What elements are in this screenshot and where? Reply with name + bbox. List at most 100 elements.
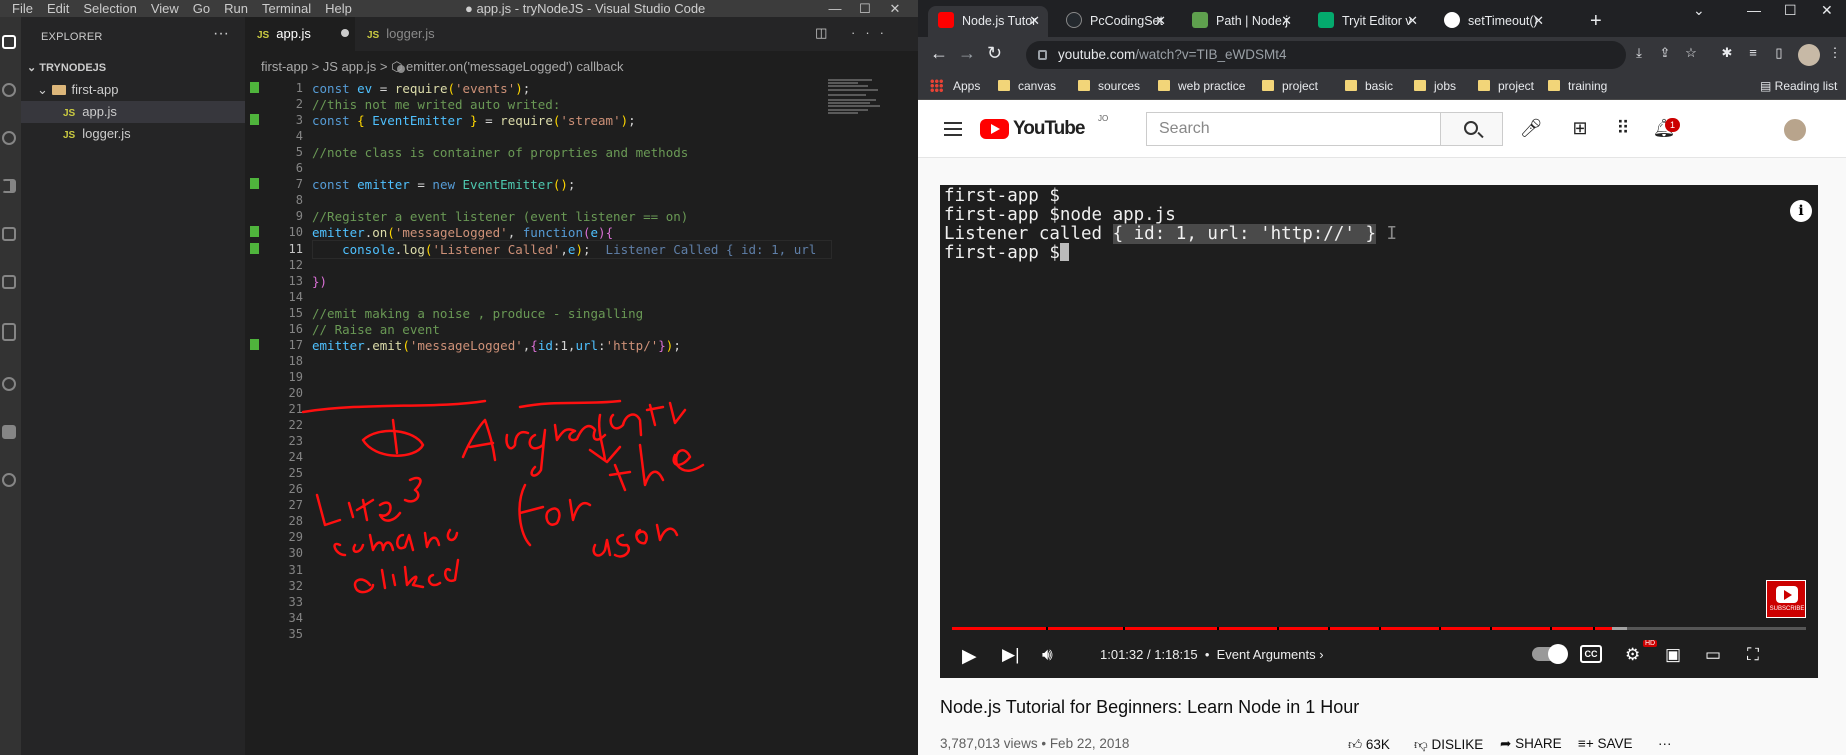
play-button-icon[interactable]: ▶: [962, 645, 977, 668]
reading-list[interactable]: ▤ Reading list: [1760, 79, 1837, 93]
unsaved-dot-icon[interactable]: [340, 29, 349, 37]
address-bar[interactable]: youtube.com/watch?v=TIB_eWDSMt4: [1026, 41, 1626, 69]
tab-logger-js[interactable]: JS logger.js: [355, 17, 465, 73]
forward-icon[interactable]: →: [958, 43, 976, 64]
browser-tab-settimeout[interactable]: setTimeout() ✕: [1434, 6, 1552, 37]
install-icon[interactable]: ⤓: [1630, 45, 1648, 63]
share-icon[interactable]: ⇪: [1656, 45, 1674, 63]
more-actions-icon[interactable]: ···: [213, 25, 229, 43]
bookmark-sources[interactable]: sources: [1078, 79, 1140, 93]
close-icon[interactable]: ✕: [1821, 2, 1833, 19]
bookmark-project-2[interactable]: project: [1478, 79, 1534, 93]
minimize-icon[interactable]: —: [820, 0, 850, 17]
apps-grid-icon[interactable]: ⠿: [1611, 118, 1635, 142]
code-line[interactable]: //note class is container of proprties a…: [312, 143, 688, 162]
hamburger-menu-icon[interactable]: [944, 122, 962, 136]
code-line[interactable]: const emitter = new EventEmitter();: [312, 175, 575, 194]
close-tab-icon[interactable]: ✕: [1407, 6, 1418, 36]
reload-icon[interactable]: ↻: [987, 43, 1002, 64]
bookmark-project[interactable]: project: [1262, 79, 1318, 93]
close-tab-icon[interactable]: ✕: [1533, 6, 1544, 36]
breadcrumb[interactable]: first-app > JS app.js > ⬡ emitter.on('me…: [261, 59, 623, 75]
explorer-icon[interactable]: [2, 35, 16, 49]
bookmark-star-icon[interactable]: ☆: [1682, 45, 1700, 63]
subtitles-button[interactable]: CC: [1580, 645, 1602, 663]
menu-run[interactable]: Run: [224, 0, 248, 17]
live-share-icon[interactable]: [2, 473, 16, 487]
save-button[interactable]: ≡+ SAVE: [1578, 736, 1633, 751]
dislike-button[interactable]: 👎︎ DISLIKE: [1414, 736, 1483, 753]
project-root[interactable]: ⌄ TRYNODEJS: [21, 57, 245, 79]
close-icon[interactable]: ✕: [880, 0, 910, 17]
fullscreen-icon[interactable]: ⛶: [1747, 645, 1759, 665]
subscribe-watermark[interactable]: SUBSCRIBE: [1766, 580, 1806, 618]
split-editor-icon[interactable]: ◫ ···: [815, 25, 894, 41]
create-video-icon[interactable]: ⊞: [1568, 118, 1592, 142]
browser-tab-nodejs-path[interactable]: Path | Node.j ✕: [1182, 6, 1300, 37]
like-button[interactable]: 👍︎ 63K: [1348, 736, 1390, 753]
back-icon[interactable]: ←: [930, 43, 948, 64]
menu-kebab-icon[interactable]: ⋮: [1826, 45, 1844, 63]
minimap[interactable]: [828, 79, 908, 139]
menu-terminal[interactable]: Terminal: [262, 0, 311, 17]
theater-mode-icon[interactable]: ▭: [1705, 645, 1721, 665]
bookmark-basic[interactable]: basic: [1345, 79, 1393, 93]
search-button[interactable]: [1440, 112, 1503, 146]
volume-icon[interactable]: 🔊︎: [1042, 645, 1053, 665]
menu-go[interactable]: Go: [193, 0, 210, 17]
folder-first-app[interactable]: ⌄ first-app: [21, 79, 245, 101]
menu-edit[interactable]: Edit: [47, 0, 69, 17]
media-control-icon[interactable]: ≡: [1744, 45, 1762, 63]
minimize-icon[interactable]: —: [1747, 2, 1761, 18]
code-line[interactable]: }): [312, 272, 327, 291]
miniplayer-icon[interactable]: ▣: [1665, 645, 1681, 665]
file-app-js[interactable]: JS app.js: [21, 101, 245, 123]
extensions-icon[interactable]: ✱: [1718, 45, 1736, 63]
panel-icon[interactable]: [2, 425, 16, 439]
bookmark-apps[interactable]: Apps: [930, 79, 980, 93]
menu-view[interactable]: View: [151, 0, 179, 17]
tab-search-icon[interactable]: ⌄: [1693, 2, 1705, 19]
bookmark-jobs[interactable]: jobs: [1414, 79, 1456, 93]
bookmark-canvas[interactable]: canvas: [998, 79, 1056, 93]
menu-selection[interactable]: Selection: [83, 0, 136, 17]
more-actions-icon[interactable]: ···: [1658, 736, 1672, 751]
browser-tab-youtube[interactable]: Node.js Tutor ✕: [928, 6, 1048, 37]
browser-tab-pccodingset[interactable]: PcCodingSet ✕: [1056, 6, 1174, 37]
progress-bar[interactable]: [952, 627, 1806, 630]
new-tab-icon[interactable]: +: [1590, 6, 1602, 36]
extensions-icon[interactable]: [2, 227, 16, 241]
docs-icon[interactable]: [2, 323, 16, 341]
close-tab-icon[interactable]: ✕: [1155, 6, 1166, 36]
video-player[interactable]: first-app $ first-app $node app.js Liste…: [940, 185, 1818, 678]
search-input[interactable]: Search: [1146, 112, 1440, 146]
remote-explorer-icon[interactable]: [2, 275, 16, 289]
tab-app-js[interactable]: JS app.js: [245, 17, 355, 51]
autoplay-toggle[interactable]: [1532, 644, 1568, 664]
next-button-icon[interactable]: ▶|: [1002, 645, 1020, 665]
chapter-title[interactable]: Event Arguments: [1217, 647, 1316, 662]
close-tab-icon[interactable]: ✕: [1029, 6, 1040, 36]
info-icon[interactable]: i: [1790, 200, 1812, 222]
maximize-icon[interactable]: ☐: [850, 0, 880, 17]
browser-tab-tryit-editor[interactable]: Tryit Editor v ✕: [1308, 6, 1426, 37]
sidebar-icon[interactable]: ▯: [1770, 45, 1788, 63]
menu-file[interactable]: File: [12, 0, 33, 17]
share-button[interactable]: ➦ SHARE: [1500, 736, 1562, 752]
user-avatar[interactable]: [1782, 117, 1808, 143]
bookmark-training[interactable]: training: [1548, 79, 1607, 93]
settings-gear-icon[interactable]: ⚙: [1625, 645, 1640, 665]
menu-help[interactable]: Help: [325, 0, 352, 17]
file-logger-js[interactable]: JS logger.js: [21, 123, 245, 145]
code-line[interactable]: console.log('Listener Called',e); Listen…: [312, 240, 816, 259]
close-tab-icon[interactable]: ✕: [1281, 6, 1292, 36]
code-line[interactable]: emitter.emit('messageLogged',{id:1,url:'…: [312, 336, 681, 355]
code-line[interactable]: const { EventEmitter } = require('stream…: [312, 111, 636, 130]
run-debug-icon[interactable]: [2, 179, 16, 193]
profile-avatar[interactable]: [1798, 44, 1820, 66]
timeline-icon[interactable]: [2, 377, 16, 391]
source-control-icon[interactable]: [2, 131, 16, 145]
microphone-icon[interactable]: 🎤︎: [1519, 118, 1543, 142]
maximize-icon[interactable]: ☐: [1784, 2, 1797, 19]
search-icon[interactable]: [2, 83, 16, 97]
